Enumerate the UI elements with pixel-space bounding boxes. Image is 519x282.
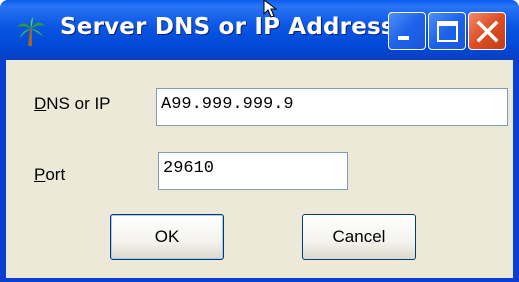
dns-or-ip-input[interactable]: A99.999.999.9 bbox=[156, 88, 508, 126]
minimize-icon bbox=[398, 36, 409, 40]
window-title: Server DNS or IP Address bbox=[60, 14, 395, 40]
maximize-icon bbox=[437, 21, 458, 42]
mouse-cursor-icon bbox=[262, 0, 284, 20]
palm-tree-icon bbox=[16, 17, 46, 47]
dns-or-ip-label: DNS or IP bbox=[34, 94, 111, 113]
title-bar[interactable]: Server DNS or IP Address bbox=[0, 0, 519, 60]
port-input[interactable]: 29610 bbox=[158, 152, 348, 190]
minimize-button[interactable] bbox=[388, 12, 426, 50]
maximize-button[interactable] bbox=[428, 12, 466, 50]
dialog-body: DNS or IP A99.999.999.9 Port 29610 OK Ca… bbox=[6, 60, 513, 282]
window-bottom-border bbox=[0, 278, 519, 282]
close-icon bbox=[476, 20, 499, 43]
ok-button[interactable]: OK bbox=[110, 214, 224, 260]
close-button[interactable] bbox=[468, 12, 506, 50]
port-label: Port bbox=[34, 165, 66, 184]
dialog-window: Server DNS or IP Address DNS or IP A99.9… bbox=[0, 0, 519, 282]
cancel-button[interactable]: Cancel bbox=[302, 214, 416, 260]
